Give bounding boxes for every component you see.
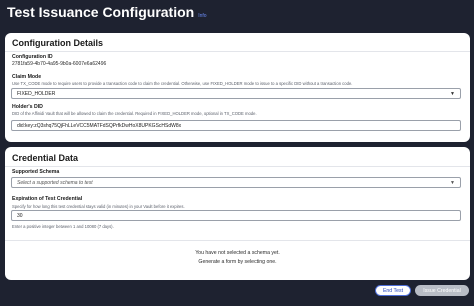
- empty-schema-hint: Generate a form by selecting one.: [198, 259, 277, 265]
- holder-did-label: Holder's DID: [12, 104, 43, 110]
- claim-mode-help: Use TX_CODE mode to require users to pro…: [12, 81, 353, 86]
- expiration-input[interactable]: 30: [11, 210, 461, 221]
- chevron-down-icon: ▼: [450, 90, 455, 97]
- end-test-button[interactable]: End Test: [375, 285, 411, 296]
- info-link[interactable]: Info: [198, 13, 206, 19]
- credential-data-title: Credential Data: [12, 153, 79, 163]
- section-divider: [5, 51, 470, 52]
- page-header: Test Issuance Configuration Info: [7, 4, 207, 26]
- holder-did-help: DID of the Affinidi Vault that will be a…: [12, 111, 257, 116]
- configuration-id-value: 2781fa59-4b70-4a95-9b0a-6007e6a62496: [12, 61, 107, 67]
- expiration-value: 30: [17, 212, 23, 219]
- issue-credential-button[interactable]: Issue Credential: [415, 285, 469, 296]
- configuration-details-title: Configuration Details: [12, 38, 104, 48]
- supported-schema-select[interactable]: Select a supported schema to test ▼: [11, 177, 461, 188]
- claim-mode-selected-value: FIXED_HOLDER: [17, 90, 56, 97]
- configuration-id-label: Configuration ID: [12, 54, 53, 60]
- supported-schema-placeholder: Select a supported schema to test: [17, 179, 93, 186]
- supported-schema-label: Supported Schema: [12, 169, 60, 175]
- credential-data-card: Credential Data Supported Schema Select …: [5, 147, 470, 280]
- claim-mode-label: Claim Mode: [12, 74, 42, 80]
- holder-did-input[interactable]: did:key:zQ3shq75QjFhLLeVCC5MATFdSQPrfkDw…: [11, 120, 461, 131]
- expiration-hint: Enter a positive integer between 1 and 1…: [12, 224, 114, 229]
- section-divider: [5, 240, 470, 241]
- claim-mode-select[interactable]: FIXED_HOLDER ▼: [11, 88, 461, 99]
- page-title: Test Issuance Configuration: [7, 4, 195, 20]
- section-divider: [5, 166, 470, 167]
- configuration-details-card: Configuration Details Configuration ID 2…: [5, 33, 470, 142]
- expiration-label: Expiration of Test Credential: [12, 196, 83, 202]
- holder-did-value: did:key:zQ3shq75QjFhLLeVCC5MATFdSQPrfkDw…: [17, 122, 182, 129]
- chevron-down-icon: ▼: [450, 179, 455, 186]
- expiration-help: Specify for how long this test credentia…: [12, 204, 185, 209]
- empty-schema-message: You have not selected a schema yet.: [195, 250, 280, 256]
